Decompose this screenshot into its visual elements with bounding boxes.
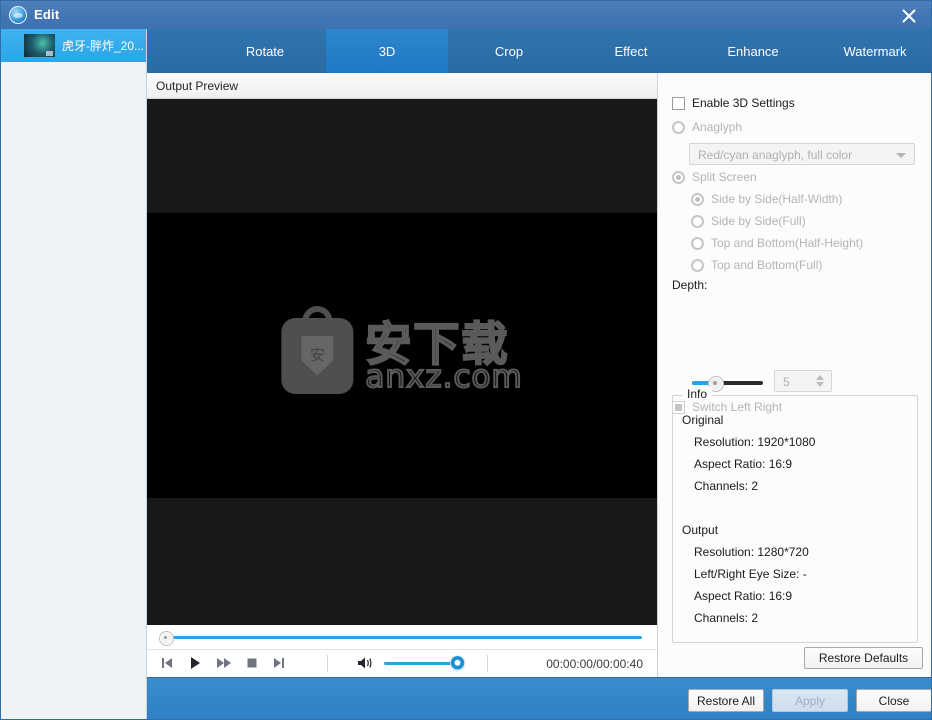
video-thumbnail [24, 34, 55, 57]
fast-forward-icon [217, 658, 231, 668]
stepper-up-icon[interactable] [816, 375, 824, 380]
app-globe-icon [9, 6, 27, 24]
restore-defaults-button[interactable]: Restore Defaults [804, 647, 923, 669]
preview-header: Output Preview [147, 73, 657, 99]
tab-bar: Rotate 3D Crop Effect Enhance Watermark [147, 29, 931, 73]
enable-3d-row[interactable]: Enable 3D Settings [672, 96, 795, 110]
previous-icon [162, 658, 172, 668]
video-frame: 安 安下载 anxz.com [147, 213, 657, 498]
original-resolution: Resolution: 1920*1080 [694, 435, 816, 449]
info-groupbox [672, 395, 918, 643]
bag-logo-icon: 安 [281, 305, 354, 394]
split-screen-row[interactable]: Split Screen [672, 170, 757, 184]
output-channels: Channels: 2 [694, 611, 759, 625]
apply-button[interactable]: Apply [772, 689, 848, 712]
enable-3d-label: Enable 3D Settings [692, 96, 795, 110]
output-resolution: Resolution: 1280*720 [694, 545, 809, 559]
original-heading: Original [682, 413, 724, 427]
tab-watermark[interactable]: Watermark [814, 29, 931, 73]
close-icon [902, 9, 916, 23]
preview-header-label: Output Preview [156, 79, 239, 93]
speaker-icon [358, 657, 372, 669]
split-screen-label: Split Screen [692, 170, 757, 184]
anaglyph-type-value: Red/cyan anaglyph, full color [698, 148, 853, 162]
top-bottom-half-height-label: Top and Bottom(Half-Height) [711, 236, 864, 250]
seek-handle[interactable] [159, 631, 174, 646]
window-title: Edit [34, 7, 60, 22]
anaglyph-label: Anaglyph [692, 120, 743, 134]
chevron-down-icon [896, 153, 906, 158]
seek-track[interactable] [165, 636, 642, 639]
depth-label: Depth: [672, 278, 708, 292]
tab-crop[interactable]: Crop [448, 29, 570, 73]
fast-forward-button[interactable] [215, 655, 233, 673]
output-eye-size: Left/Right Eye Size: - [694, 567, 807, 581]
output-aspect-ratio: Aspect Ratio: 16:9 [694, 589, 793, 603]
split-option-top-bottom-full[interactable]: Top and Bottom(Full) [691, 258, 822, 272]
next-button[interactable] [271, 655, 289, 673]
volume-track[interactable] [384, 662, 459, 665]
video-stage: 安 安下载 anxz.com [147, 99, 657, 625]
anaglyph-type-select[interactable]: Red/cyan anaglyph, full color [689, 143, 915, 165]
split-screen-radio[interactable] [672, 170, 685, 184]
file-name-label: 虎牙-胖炸_20... [62, 39, 145, 53]
control-divider-left [327, 655, 328, 672]
depth-value-stepper[interactable]: 5 [774, 370, 832, 392]
restore-all-button[interactable]: Restore All [688, 689, 764, 712]
split-option-side-by-side-half-width[interactable]: Side by Side(Half-Width) [691, 192, 842, 206]
close-button[interactable]: Close [856, 689, 931, 712]
control-divider-right [487, 655, 488, 672]
original-channels: Channels: 2 [694, 479, 759, 493]
top-bottom-half-height-radio[interactable] [691, 236, 704, 250]
depth-label-row: Depth: [672, 278, 707, 292]
tab-enhance[interactable]: Enhance [692, 29, 814, 73]
settings-panel: Enable 3D Settings Anaglyph Red/cyan ana… [658, 73, 931, 677]
depth-value: 5 [783, 375, 790, 389]
side-by-side-full-label: Side by Side(Full) [711, 214, 806, 228]
watermark-english: anxz.com [364, 358, 523, 395]
split-option-top-bottom-half-height[interactable]: Top and Bottom(Half-Height) [691, 236, 863, 250]
side-by-side-full-radio[interactable] [691, 214, 704, 228]
file-list-sidebar: 虎牙-胖炸_20... [1, 29, 147, 719]
side-by-side-half-width-label: Side by Side(Half-Width) [711, 192, 843, 206]
tab-rotate[interactable]: Rotate [204, 29, 326, 73]
preview-panel: Output Preview 安 安下载 anxz.com 00:00:00/0… [147, 73, 658, 677]
top-bottom-full-label: Top and Bottom(Full) [711, 258, 823, 272]
tab-effect[interactable]: Effect [570, 29, 692, 73]
list-item-file[interactable]: 虎牙-胖炸_20... [1, 29, 146, 62]
shield-icon: 安 [301, 335, 334, 376]
side-by-side-half-width-radio[interactable] [691, 192, 704, 206]
stop-icon [247, 658, 257, 668]
enable-3d-checkbox[interactable] [672, 96, 685, 110]
play-icon [191, 657, 200, 669]
top-bottom-full-radio[interactable] [691, 258, 704, 272]
stop-button[interactable] [244, 655, 262, 673]
info-groupbox-title: Info [682, 387, 713, 401]
play-button[interactable] [187, 655, 205, 673]
volume-button[interactable] [357, 655, 375, 673]
anaglyph-row[interactable]: Anaglyph [672, 120, 742, 134]
stepper-down-icon[interactable] [816, 382, 824, 387]
time-display: 00:00:00/00:00:40 [546, 657, 643, 671]
close-window-button[interactable] [887, 1, 931, 28]
footer-bar: Restore All Apply Close [147, 677, 931, 719]
tab-3d[interactable]: 3D [326, 29, 448, 73]
original-aspect-ratio: Aspect Ratio: 16:9 [694, 457, 793, 471]
next-icon [274, 658, 284, 668]
anaglyph-radio[interactable] [672, 120, 685, 134]
transport-controls: 00:00:00/00:00:40 [147, 651, 657, 677]
title-bar: Edit [1, 1, 931, 29]
previous-button[interactable] [159, 655, 177, 673]
output-heading: Output [682, 523, 719, 537]
seek-bar-row [147, 625, 657, 650]
watermark-text: 安下载 anxz.com [364, 319, 523, 395]
shield-char: 安 [309, 345, 325, 364]
edit-window: Edit 虎牙-胖炸_20... Rotate 3D Crop Effect E… [0, 0, 932, 720]
split-option-side-by-side-full[interactable]: Side by Side(Full) [691, 214, 806, 228]
volume-handle[interactable] [450, 656, 465, 671]
site-watermark: 安 安下载 anxz.com [281, 305, 523, 395]
